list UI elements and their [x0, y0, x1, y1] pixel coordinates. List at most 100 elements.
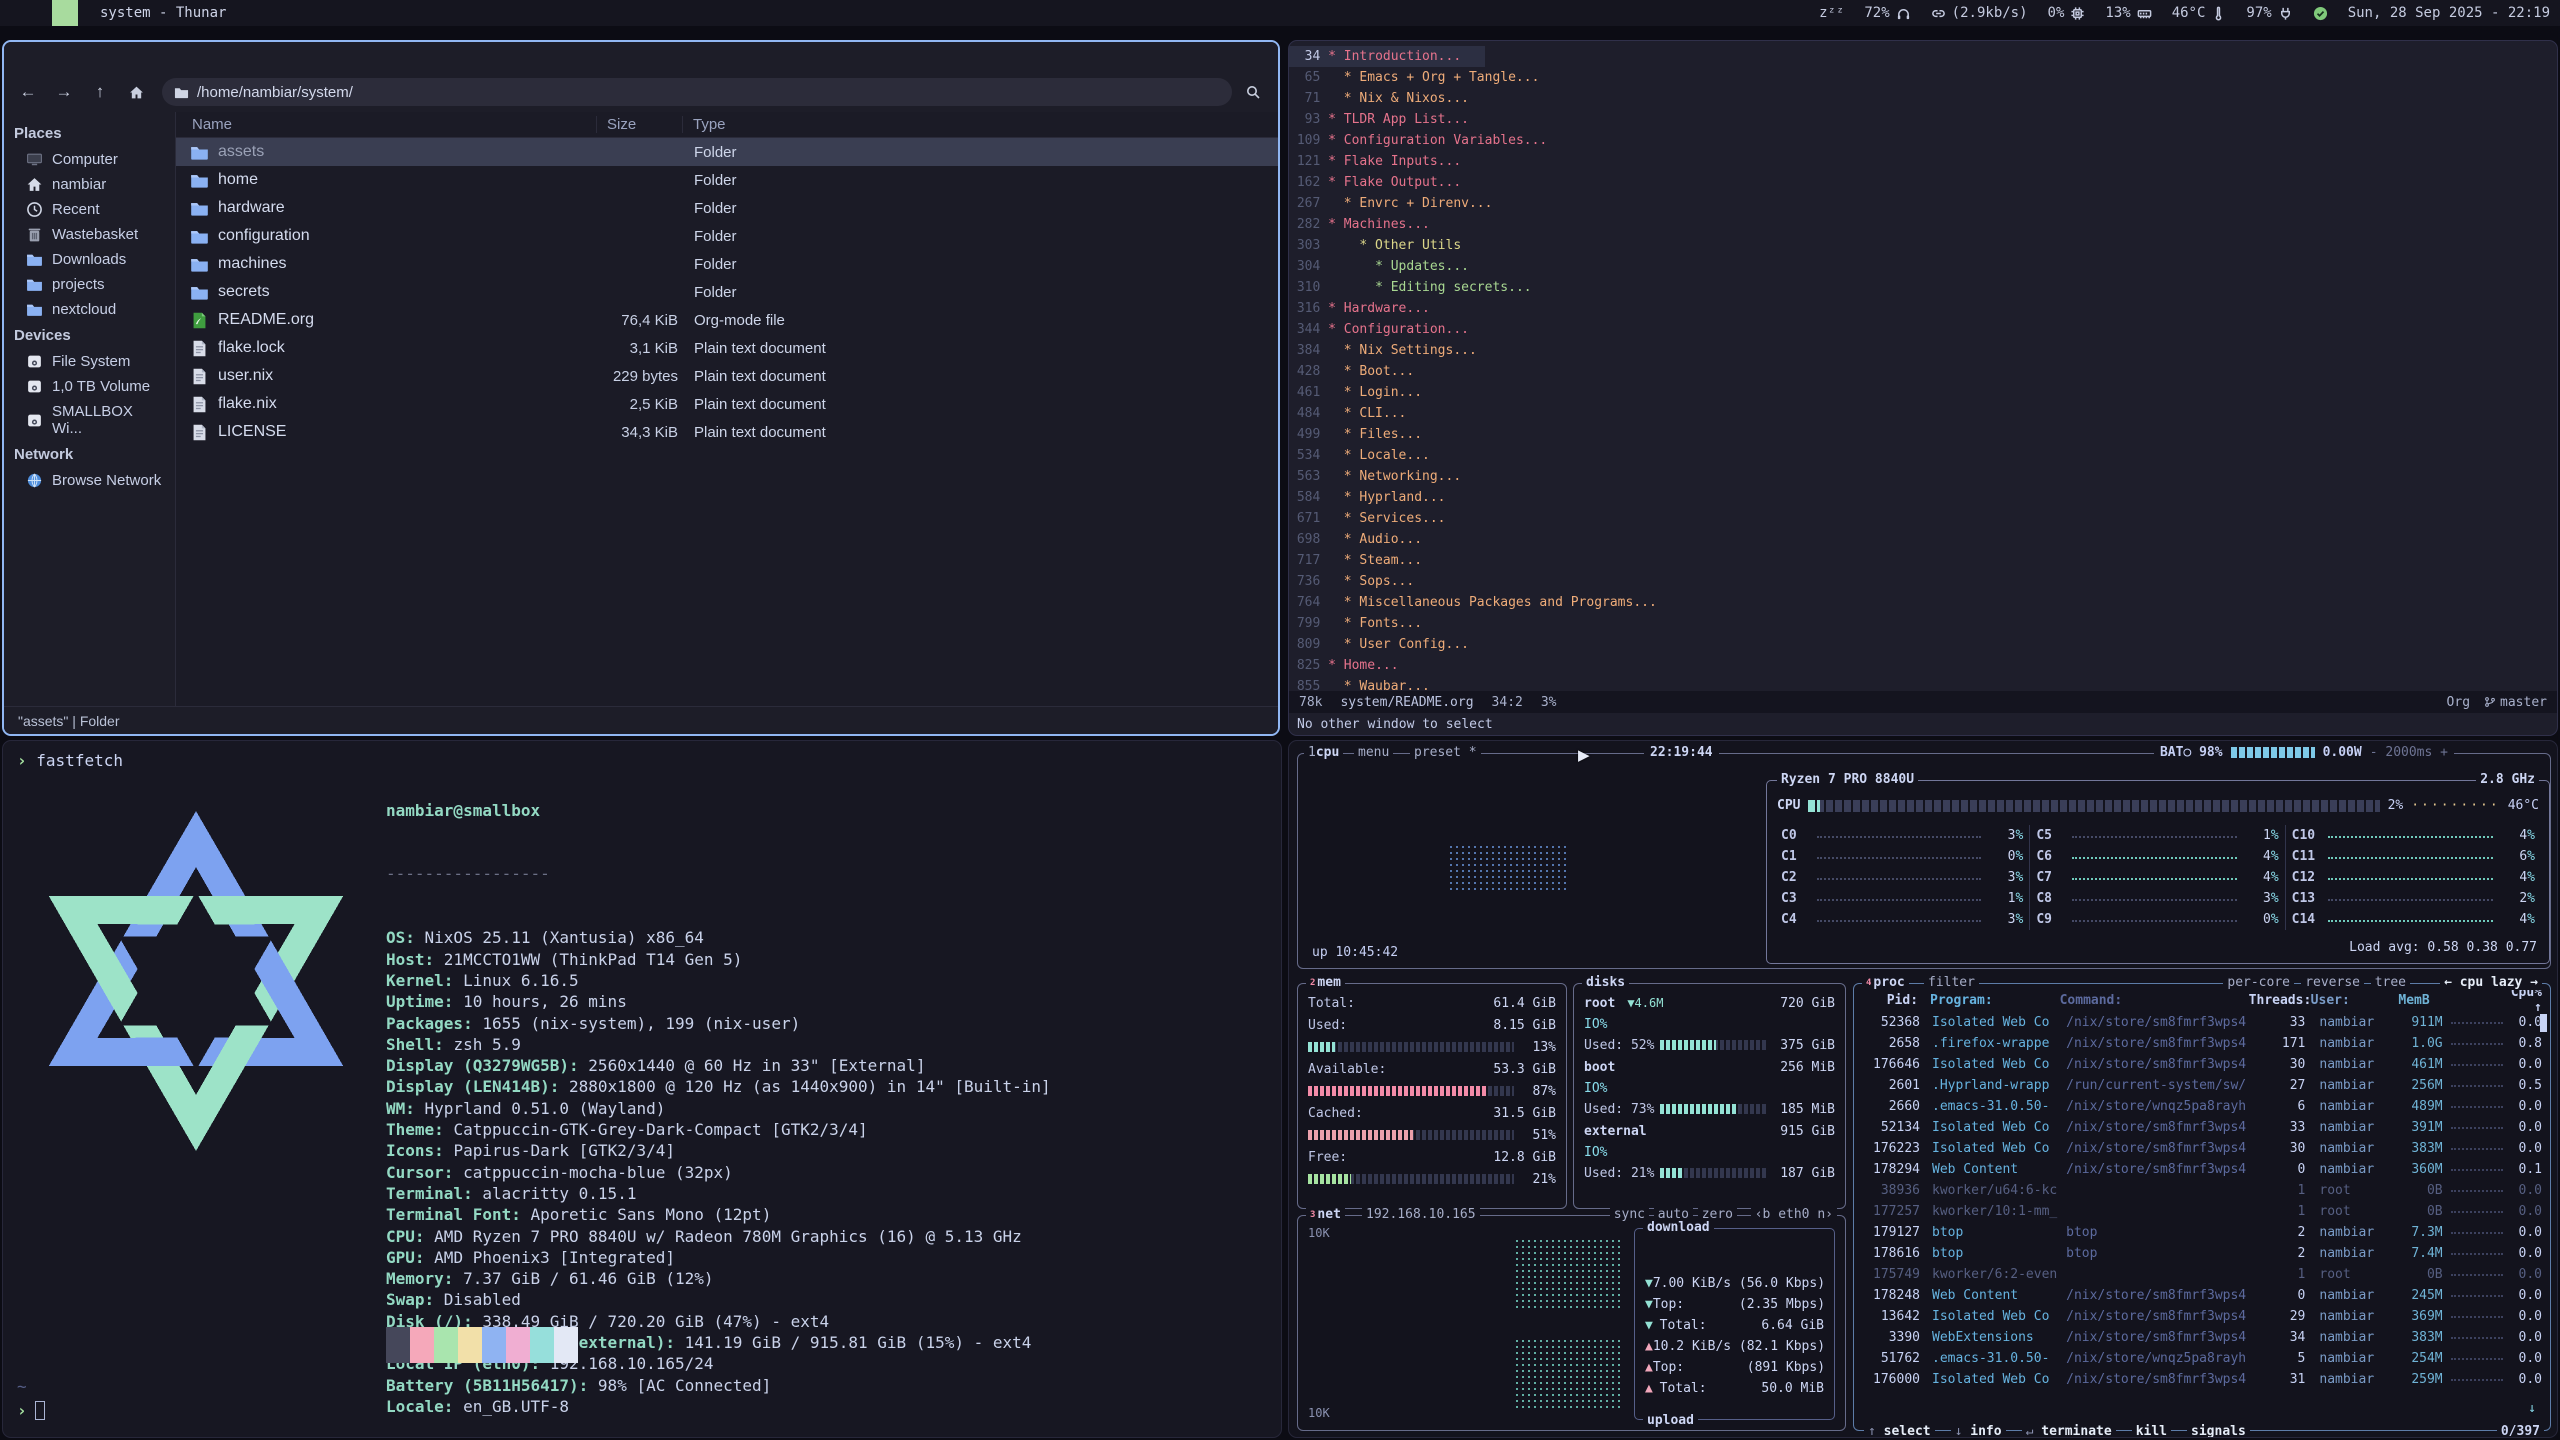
- workspace-button[interactable]: [52, 0, 78, 26]
- footer-keybind[interactable]: ↵ terminate: [2022, 1424, 2116, 1438]
- process-row[interactable]: 178616 btop btop 2 nambiar 7.4M 0.0: [1854, 1243, 2550, 1264]
- update-interval[interactable]: - 2000ms +: [2370, 745, 2448, 760]
- sidebar-network-item[interactable]: Browse Network: [4, 468, 175, 493]
- menu-item[interactable]: [80, 54, 98, 60]
- process-row[interactable]: 179127 btop btop 2 nambiar 7.3M 0.0: [1854, 1222, 2550, 1243]
- file-row[interactable]: hardware Folder: [176, 194, 1278, 222]
- file-row[interactable]: user.nix 229 bytes Plain text document: [176, 362, 1278, 390]
- sidebar-place-item[interactable]: nambiar: [4, 172, 175, 197]
- tab-cpu[interactable]: 1cpu: [1304, 745, 1343, 760]
- footer-keybind[interactable]: kill: [2132, 1424, 2171, 1438]
- col-threads[interactable]: Threads:: [2249, 993, 2297, 1008]
- shell-prompt[interactable]: ›: [17, 1401, 45, 1420]
- footer-keybind[interactable]: ↓ info: [1951, 1424, 2006, 1438]
- menu-item[interactable]: [36, 54, 54, 60]
- column-size[interactable]: Size: [596, 116, 682, 133]
- file-row[interactable]: LICENSE 34,3 KiB Plain text document: [176, 418, 1278, 446]
- fastfetch-entry: Battery (5B11H56417)98% [AC Connected]: [386, 1375, 1051, 1396]
- footer-keybind[interactable]: ↑ select: [1864, 1424, 1935, 1438]
- memory-stat: Used: 8.15 GiB 13%: [1298, 1014, 1566, 1058]
- proc-scrollbar-thumb[interactable]: [2540, 1014, 2547, 1032]
- sidebar-place-item[interactable]: Computer: [4, 147, 175, 172]
- org-outline-line: 267 * Envrc + Direnv...: [1289, 193, 2557, 214]
- process-row[interactable]: 176223 Isolated Web Co /nix/store/sm8fmr…: [1854, 1138, 2550, 1159]
- sidebar-place-item[interactable]: projects: [4, 272, 175, 297]
- process-command: /nix/store/sm8fmrf3wps4: [2066, 1015, 2262, 1030]
- file-row[interactable]: home Folder: [176, 166, 1278, 194]
- file-row[interactable]: configuration Folder: [176, 222, 1278, 250]
- sidebar-place-item[interactable]: Recent: [4, 197, 175, 222]
- col-user[interactable]: User:: [2311, 993, 2386, 1008]
- core-name: C11: [2292, 849, 2326, 864]
- path-bar[interactable]: /home/nambiar/system/: [162, 78, 1232, 106]
- process-row[interactable]: 2658 .firefox-wrappe /nix/store/sm8fmrf3…: [1854, 1033, 2550, 1054]
- search-button[interactable]: [1236, 78, 1270, 106]
- file-row[interactable]: assets Folder: [176, 138, 1278, 166]
- proc-sort-selector[interactable]: ← cpu lazy →: [2440, 975, 2542, 990]
- back-button[interactable]: ←: [12, 78, 44, 106]
- footer-keybind[interactable]: signals: [2187, 1424, 2250, 1438]
- process-row[interactable]: 175749 kworker/6:2-even 1 root 0B 0.0: [1854, 1264, 2550, 1285]
- sidebar-device-item[interactable]: 1,0 TB Volume: [4, 374, 175, 399]
- col-program[interactable]: Program:: [1930, 993, 2060, 1008]
- col-command[interactable]: Command:: [2060, 993, 2249, 1008]
- tab-preset[interactable]: preset *: [1410, 745, 1481, 760]
- file-row[interactable]: flake.lock 3,1 KiB Plain text document: [176, 334, 1278, 362]
- menu-item[interactable]: [124, 54, 142, 60]
- entry-value: Linux 6.16.5: [463, 971, 579, 990]
- sidebar-place-item[interactable]: Downloads: [4, 247, 175, 272]
- proc-tree-button[interactable]: tree: [2371, 975, 2410, 990]
- clock-date[interactable]: Sun, 28 Sep 2025 - 22:19: [2348, 5, 2550, 21]
- process-row[interactable]: 2601 .Hyprland-wrapp /run/current-system…: [1854, 1075, 2550, 1096]
- home-button[interactable]: [120, 78, 152, 106]
- process-row[interactable]: 13642 Isolated Web Co /nix/store/sm8fmrf…: [1854, 1306, 2550, 1327]
- sidebar-device-item[interactable]: File System: [4, 349, 175, 374]
- process-row[interactable]: 52134 Isolated Web Co /nix/store/sm8fmrf…: [1854, 1117, 2550, 1138]
- terminal-window[interactable]: › fastfetch nambiar@smallbox -----------…: [2, 740, 1282, 1438]
- file-row[interactable]: README.org 76,4 KiB Org-mode file: [176, 306, 1278, 334]
- process-row[interactable]: 176000 Isolated Web Co /nix/store/sm8fmr…: [1854, 1369, 2550, 1390]
- process-row[interactable]: 52368 Isolated Web Co /nix/store/sm8fmrf…: [1854, 1012, 2550, 1033]
- file-row[interactable]: secrets Folder: [176, 278, 1278, 306]
- process-row[interactable]: 176646 Isolated Web Co /nix/store/sm8fmr…: [1854, 1054, 2550, 1075]
- proc-reverse-button[interactable]: reverse: [2301, 975, 2364, 990]
- process-row[interactable]: 178294 Web Content /nix/store/sm8fmrf3wp…: [1854, 1159, 2550, 1180]
- proc-per-core-button[interactable]: per-core: [2223, 975, 2294, 990]
- workspace-switcher: [0, 0, 78, 26]
- process-row[interactable]: 38936 kworker/u64:6-kc 1 root 0B 0.0: [1854, 1180, 2550, 1201]
- process-row[interactable]: 3390 WebExtensions /nix/store/sm8fmrf3wp…: [1854, 1327, 2550, 1348]
- tab-menu[interactable]: menu: [1354, 745, 1393, 760]
- proc-filter-button[interactable]: filter: [1924, 975, 1979, 990]
- up-button[interactable]: ↑: [84, 78, 116, 106]
- volume-indicator[interactable]: 72%: [1864, 5, 1910, 21]
- menu-item[interactable]: [102, 54, 120, 60]
- network-indicator[interactable]: (2.9kb/s): [1931, 5, 2028, 21]
- column-type[interactable]: Type: [682, 116, 1278, 133]
- file-row[interactable]: flake.nix 2,5 KiB Plain text document: [176, 390, 1278, 418]
- workspace-button[interactable]: [26, 0, 52, 26]
- core-percent: 4%: [2245, 849, 2279, 864]
- col-pid[interactable]: Pid:: [1862, 993, 1918, 1008]
- column-name[interactable]: Name: [176, 116, 596, 133]
- battery-label: BAT○ 98%: [2160, 745, 2223, 760]
- core-name: C12: [2292, 870, 2326, 885]
- forward-button[interactable]: →: [48, 78, 80, 106]
- menu-item[interactable]: [58, 54, 76, 60]
- process-cpu: 0.0: [2511, 1288, 2542, 1303]
- battery-meter: BAT○ 98% 0.00W - 2000ms +: [2154, 745, 2454, 760]
- sidebar-device-item[interactable]: SMALLBOX Wi...: [4, 399, 175, 441]
- idle-inhibitor[interactable]: zᶻᶻ: [1819, 5, 1844, 21]
- workspace-button[interactable]: [0, 0, 26, 26]
- menu-item[interactable]: [14, 54, 32, 60]
- process-row[interactable]: 178248 Web Content /nix/store/sm8fmrf3wp…: [1854, 1285, 2550, 1306]
- col-mem[interactable]: MemB: [2386, 993, 2430, 1008]
- process-row[interactable]: 177257 kworker/10:1-mm_ 1 root 0B 0.0: [1854, 1201, 2550, 1222]
- disk-used-meter: [1660, 1104, 1767, 1114]
- process-row[interactable]: 51762 .emacs-31.0.50- /nix/store/wnqz5pa…: [1854, 1348, 2550, 1369]
- process-threads: 33: [2262, 1120, 2306, 1135]
- sidebar-place-item[interactable]: Wastebasket: [4, 222, 175, 247]
- net-interface-switcher[interactable]: ‹b eth0 n›: [1751, 1207, 1837, 1222]
- file-row[interactable]: machines Folder: [176, 250, 1278, 278]
- sidebar-place-item[interactable]: nextcloud: [4, 297, 175, 322]
- process-row[interactable]: 2660 .emacs-31.0.50- /nix/store/wnqz5pa8…: [1854, 1096, 2550, 1117]
